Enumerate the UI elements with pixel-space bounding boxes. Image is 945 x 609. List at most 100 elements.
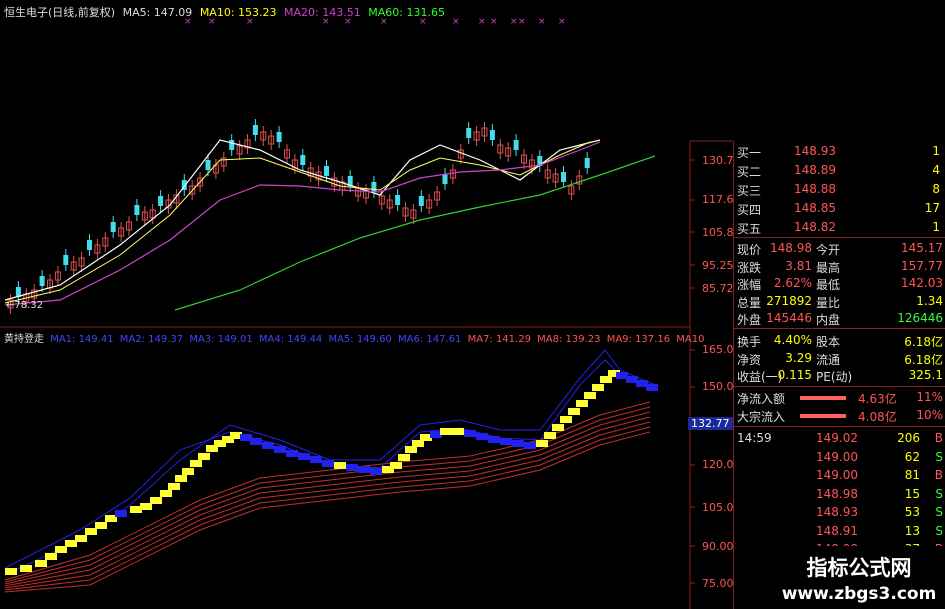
indicator-block-yellow [412,440,424,447]
indicator-block-blue [464,430,476,437]
stat-label: 换手 [737,335,762,349]
panel-divider [734,328,945,329]
ma20-label: MA20: 143.51 [284,6,361,19]
stat-value: 325.1 [908,368,943,382]
stat-value: 4.40% [773,333,812,347]
ind-ma10: MA10 [676,334,705,345]
tick-volume: 206 [897,431,920,445]
candle-body [63,255,69,265]
stat-label: PE(动) [816,370,853,384]
candle-body [87,240,92,250]
quote-row: 总量 271892 量比 1.34 [734,293,945,310]
tick-side: S [935,523,943,538]
candle-body [205,160,211,170]
candle-body [158,196,164,206]
flow-bar [800,413,846,418]
watermark-title: 指标公式网 [806,556,912,580]
indicator-block-yellow [334,462,346,469]
candle-body [584,158,590,168]
flow-percent: 11% [916,390,943,404]
ind-ma1: MA1: 149.41 [50,334,114,345]
indicator-block-blue [310,456,322,463]
indicator-block-yellow [198,453,210,460]
ind-ma3: MA3: 149.01 [189,334,253,345]
quote-value: 3.81 [785,258,812,273]
bid-volume: 8 [932,182,940,196]
low-price-marker: ←78.32 [6,300,44,311]
bid-label: 买一 [737,146,762,160]
indicator-block-yellow [150,497,162,504]
indicator-block-blue [274,446,286,453]
bid-price: 148.82 [794,220,836,234]
indicator-band [4,431,651,593]
bid-label: 买二 [737,165,762,179]
bid-row: 买三 148.88 8 [734,181,945,198]
candle-body [252,125,258,135]
candle-body [110,222,116,232]
flow-label: 净流入额 [737,392,786,406]
tick-volume: 53 [904,505,920,519]
quote-row: 外盘 145446 内盘 126446 [734,310,945,327]
price-axis-label: 85.72 [702,282,734,295]
tick-volume: 15 [904,486,920,501]
indicator-panel [5,370,658,575]
stat-label: 收益(一) [737,370,783,384]
candlestick-series [7,119,590,314]
low-price-value: 78.32 [14,300,44,311]
quote-label: 今开 [816,243,841,257]
indicator-block-yellow [576,400,588,407]
candle-body [300,155,306,165]
stat-row: 收益(一) 0.115 PE(动) 325.1 [734,367,945,384]
stat-label: 流通 [816,352,841,367]
quote-value: 157.77 [901,258,943,273]
quote-label: 最低 [816,278,841,292]
panel-divider [734,386,945,387]
indicator-block-yellow [544,432,556,439]
flow-value: 4.63亿 [858,392,897,406]
quote-label: 现价 [737,243,762,257]
indicator-axis-label: 150.0 [702,380,734,393]
candle-body [134,205,140,215]
quote-value: 142.03 [901,276,943,290]
tick-side: S [935,449,943,464]
candle-body [561,172,566,182]
tick-row: 148.91 13 S [734,523,945,540]
tick-side: S [935,486,943,501]
bid-row: 买二 148.89 4 [734,162,945,179]
indicator-block-yellow [440,428,452,435]
indicator-band [4,416,651,587]
flow-bar [800,396,846,400]
indicator-block-yellow [20,565,32,572]
quote-label: 内盘 [816,313,841,327]
indicator-block-yellow [560,416,572,423]
tick-price: 148.91 [816,523,858,538]
indicator-band [4,421,651,589]
tick-price: 149.02 [816,431,858,445]
quote-label: 外盘 [737,313,762,327]
indicator-block-blue [322,460,334,467]
chart-header: 恒生电子(日线,前复权) MA5: 147.09 MA10: 153.23 MA… [4,4,445,20]
stock-title: 恒生电子(日线,前复权) [4,6,116,19]
indicator-block-yellow [168,483,180,490]
ind-ma7: MA7: 141.29 [467,334,531,345]
indicator-block-blue [358,466,370,473]
bid-label: 买五 [737,222,762,236]
indicator-block-yellow [5,568,17,575]
indicator-block-yellow [584,392,596,399]
quote-value: 271892 [766,293,812,308]
signal-mark: × [452,17,460,27]
indicator-block-yellow [35,560,47,567]
ma10-label: MA10: 153.23 [199,6,277,19]
indicator-block-yellow [75,535,87,542]
indicator-band [4,426,651,591]
quote-value: 145446 [766,311,812,325]
indicator-block-yellow [390,462,402,469]
tick-row: 148.98 15 S [734,486,945,503]
quote-row: 现价 148.98 今开 145.17 [734,240,945,257]
quote-label: 最高 [816,260,841,275]
quote-value: 2.62% [773,276,812,290]
stat-value: 3.29 [785,350,812,365]
tick-volume: 81 [904,468,920,482]
bid-price: 148.85 [794,201,836,215]
ind-ma6: MA6: 147.61 [398,334,462,345]
